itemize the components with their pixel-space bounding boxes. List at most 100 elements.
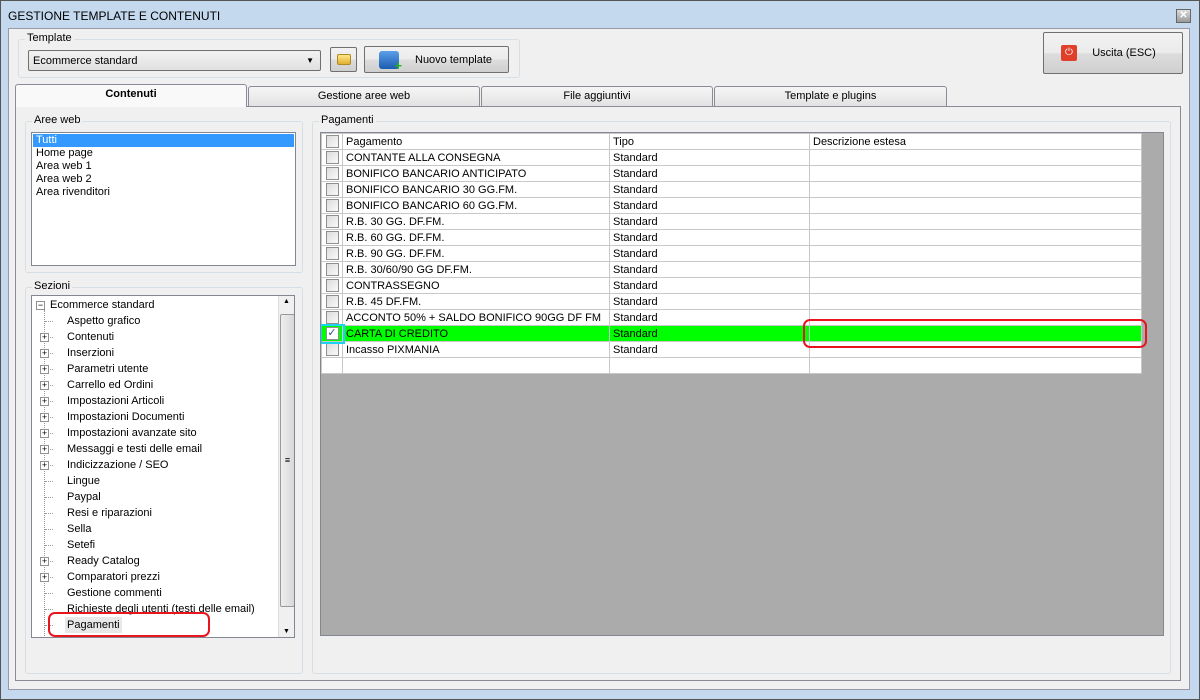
cell-pagamento[interactable]: R.B. 90 GG. DF.FM.: [342, 245, 610, 262]
table-row[interactable]: R.B. 30/60/90 GG DF.FM. Standard: [321, 261, 1142, 278]
tree-item[interactable]: Comparatori prezzi: [65, 569, 162, 585]
tree-item[interactable]: Impostazioni Articoli: [65, 393, 166, 409]
cell-descrizione[interactable]: [809, 149, 1142, 166]
cell-pagamento[interactable]: R.B. 30/60/90 GG DF.FM.: [342, 261, 610, 278]
scroll-thumb[interactable]: ≡: [280, 314, 294, 607]
cell-tipo[interactable]: Standard: [609, 197, 810, 214]
empty-new-row[interactable]: [321, 357, 1142, 374]
cell-pagamento[interactable]: Incasso PIXMANIA: [342, 341, 610, 358]
exit-button[interactable]: ⏻ Uscita (ESC): [1043, 32, 1183, 74]
cell-pagamento[interactable]: R.B. 45 DF.FM.: [342, 293, 610, 310]
tree-item[interactable]: Carrello ed Ordini: [65, 377, 155, 393]
scroll-down-icon[interactable]: ▼: [283, 628, 290, 635]
table-row[interactable]: CONTRASSEGNO Standard: [321, 277, 1142, 294]
tab-gestione-aree-web[interactable]: Gestione aree web: [248, 86, 480, 106]
tree-item[interactable]: Setefi: [65, 537, 97, 553]
expand-icon[interactable]: +: [40, 445, 49, 454]
cell-tipo[interactable]: Standard: [609, 165, 810, 182]
table-row[interactable]: R.B. 45 DF.FM. Standard: [321, 293, 1142, 310]
cell-pagamento[interactable]: R.B. 30 GG. DF.FM.: [342, 213, 610, 230]
cell-pagamento[interactable]: R.B. 60 GG. DF.FM.: [342, 229, 610, 246]
header-pagamento[interactable]: Pagamento: [342, 133, 610, 150]
table-row[interactable]: R.B. 90 GG. DF.FM. Standard: [321, 245, 1142, 262]
row-checkbox[interactable]: [325, 295, 339, 308]
cell-pagamento[interactable]: CARTA DI CREDITO: [342, 325, 610, 342]
row-checkbox[interactable]: [325, 167, 339, 180]
tree-item[interactable]: Inserzioni: [65, 345, 116, 361]
cell-tipo[interactable]: Standard: [609, 229, 810, 246]
row-checkbox-cell[interactable]: [321, 229, 343, 246]
cell-descrizione[interactable]: [809, 245, 1142, 262]
row-checkbox-cell[interactable]: [321, 197, 343, 214]
tab-file-aggiuntivi[interactable]: File aggiuntivi: [481, 86, 713, 106]
cell-descrizione[interactable]: [809, 213, 1142, 230]
cell-pagamento[interactable]: BONIFICO BANCARIO 60 GG.FM.: [342, 197, 610, 214]
aree-web-list[interactable]: Tutti Home page Area web 1 Area web 2 Area r…: [31, 132, 296, 266]
open-folder-button[interactable]: [330, 47, 357, 72]
row-checkbox-cell[interactable]: [321, 293, 343, 310]
aree-web-item[interactable]: Home page: [33, 147, 294, 160]
tree-item[interactable]: Parametri utente: [65, 361, 150, 377]
tree-item[interactable]: Ready Catalog: [65, 553, 142, 569]
table-row[interactable]: BONIFICO BANCARIO ANTICIPATO Standard: [321, 165, 1142, 182]
row-checkbox-cell[interactable]: [321, 341, 343, 358]
cell-tipo[interactable]: Standard: [609, 277, 810, 294]
cell-descrizione[interactable]: [809, 277, 1142, 294]
expand-icon[interactable]: +: [40, 413, 49, 422]
expand-icon[interactable]: +: [40, 429, 49, 438]
table-row[interactable]: R.B. 30 GG. DF.FM. Standard: [321, 213, 1142, 230]
expand-icon[interactable]: +: [40, 573, 49, 582]
pagamenti-grid[interactable]: Pagamento Tipo Descrizione estesa CONTAN…: [320, 132, 1164, 636]
table-row[interactable]: R.B. 60 GG. DF.FM. Standard: [321, 229, 1142, 246]
tree-item[interactable]: Aspetto grafico: [65, 313, 142, 329]
close-button[interactable]: ✕: [1176, 9, 1191, 23]
tree-item[interactable]: Sella: [65, 521, 93, 537]
cell-pagamento[interactable]: BONIFICO BANCARIO ANTICIPATO: [342, 165, 610, 182]
cell-pagamento[interactable]: CONTANTE ALLA CONSEGNA: [342, 149, 610, 166]
collapse-icon[interactable]: −: [36, 301, 45, 310]
table-row[interactable]: CONTANTE ALLA CONSEGNA Standard: [321, 149, 1142, 166]
sezioni-tree[interactable]: − Ecommerce standard ▲ ≡ ▼ Aspetto grafi…: [31, 295, 295, 638]
header-tipo[interactable]: Tipo: [609, 133, 810, 150]
row-checkbox[interactable]: [325, 151, 339, 164]
expand-icon[interactable]: +: [40, 349, 49, 358]
empty-cell[interactable]: [609, 357, 810, 374]
tab-contenuti[interactable]: Contenuti: [15, 84, 247, 107]
header-select-all[interactable]: [321, 133, 343, 150]
row-checkbox[interactable]: [325, 263, 339, 276]
tree-item[interactable]: Paypal: [65, 489, 103, 505]
tree-item[interactable]: Messaggi e testi delle email: [65, 441, 204, 457]
row-checkbox[interactable]: [325, 231, 339, 244]
cell-tipo[interactable]: Standard: [609, 149, 810, 166]
scroll-up-icon[interactable]: ▲: [283, 298, 290, 305]
tree-item[interactable]: Impostazioni avanzate sito: [65, 425, 199, 441]
cell-pagamento[interactable]: BONIFICO BANCARIO 30 GG.FM.: [342, 181, 610, 198]
row-checkbox-cell[interactable]: ✓: [321, 323, 345, 344]
row-checkbox-cell[interactable]: [321, 245, 343, 262]
expand-icon[interactable]: +: [40, 557, 49, 566]
aree-web-item[interactable]: Area rivenditori: [33, 186, 294, 199]
aree-web-item[interactable]: Area web 2: [33, 173, 294, 186]
cell-tipo[interactable]: Standard: [609, 181, 810, 198]
header-descrizione[interactable]: Descrizione estesa: [809, 133, 1142, 150]
tree-item[interactable]: Impostazioni Documenti: [65, 409, 186, 425]
tree-item[interactable]: Indicizzazione / SEO: [65, 457, 171, 473]
cell-tipo[interactable]: Standard: [609, 293, 810, 310]
cell-pagamento[interactable]: ACCONTO 50% + SALDO BONIFICO 90GG DF FM: [342, 309, 610, 326]
cell-descrizione[interactable]: [809, 197, 1142, 214]
row-checkbox-cell[interactable]: [321, 165, 343, 182]
template-select[interactable]: Ecommerce standard ▼: [28, 50, 321, 71]
cell-descrizione[interactable]: [809, 229, 1142, 246]
row-checkbox[interactable]: [325, 247, 339, 260]
row-checkbox[interactable]: [325, 311, 339, 324]
cell-tipo[interactable]: Standard: [609, 325, 810, 342]
cell-descrizione[interactable]: [809, 261, 1142, 278]
table-row[interactable]: BONIFICO BANCARIO 30 GG.FM. Standard: [321, 181, 1142, 198]
tree-item[interactable]: Resi e riparazioni: [65, 505, 154, 521]
table-row[interactable]: BONIFICO BANCARIO 60 GG.FM. Standard: [321, 197, 1142, 214]
cell-tipo[interactable]: Standard: [609, 261, 810, 278]
cell-descrizione[interactable]: [809, 165, 1142, 182]
tree-item[interactable]: Lingue: [65, 473, 102, 489]
expand-icon[interactable]: +: [40, 365, 49, 374]
cell-tipo[interactable]: Standard: [609, 309, 810, 326]
